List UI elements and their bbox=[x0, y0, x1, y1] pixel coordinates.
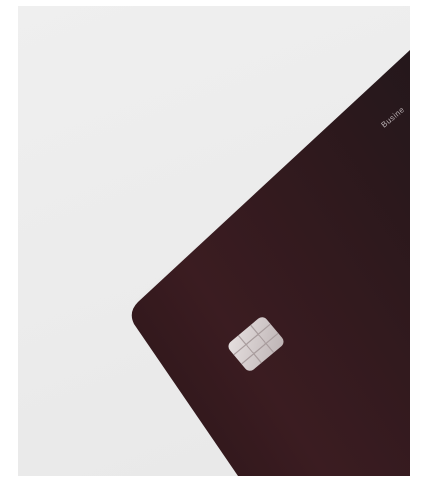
card-scene: Busine bbox=[131, 50, 410, 476]
credit-card-photo: Busine bbox=[18, 6, 410, 476]
credit-card bbox=[131, 50, 410, 476]
photo-frame: Busine bbox=[0, 0, 424, 482]
